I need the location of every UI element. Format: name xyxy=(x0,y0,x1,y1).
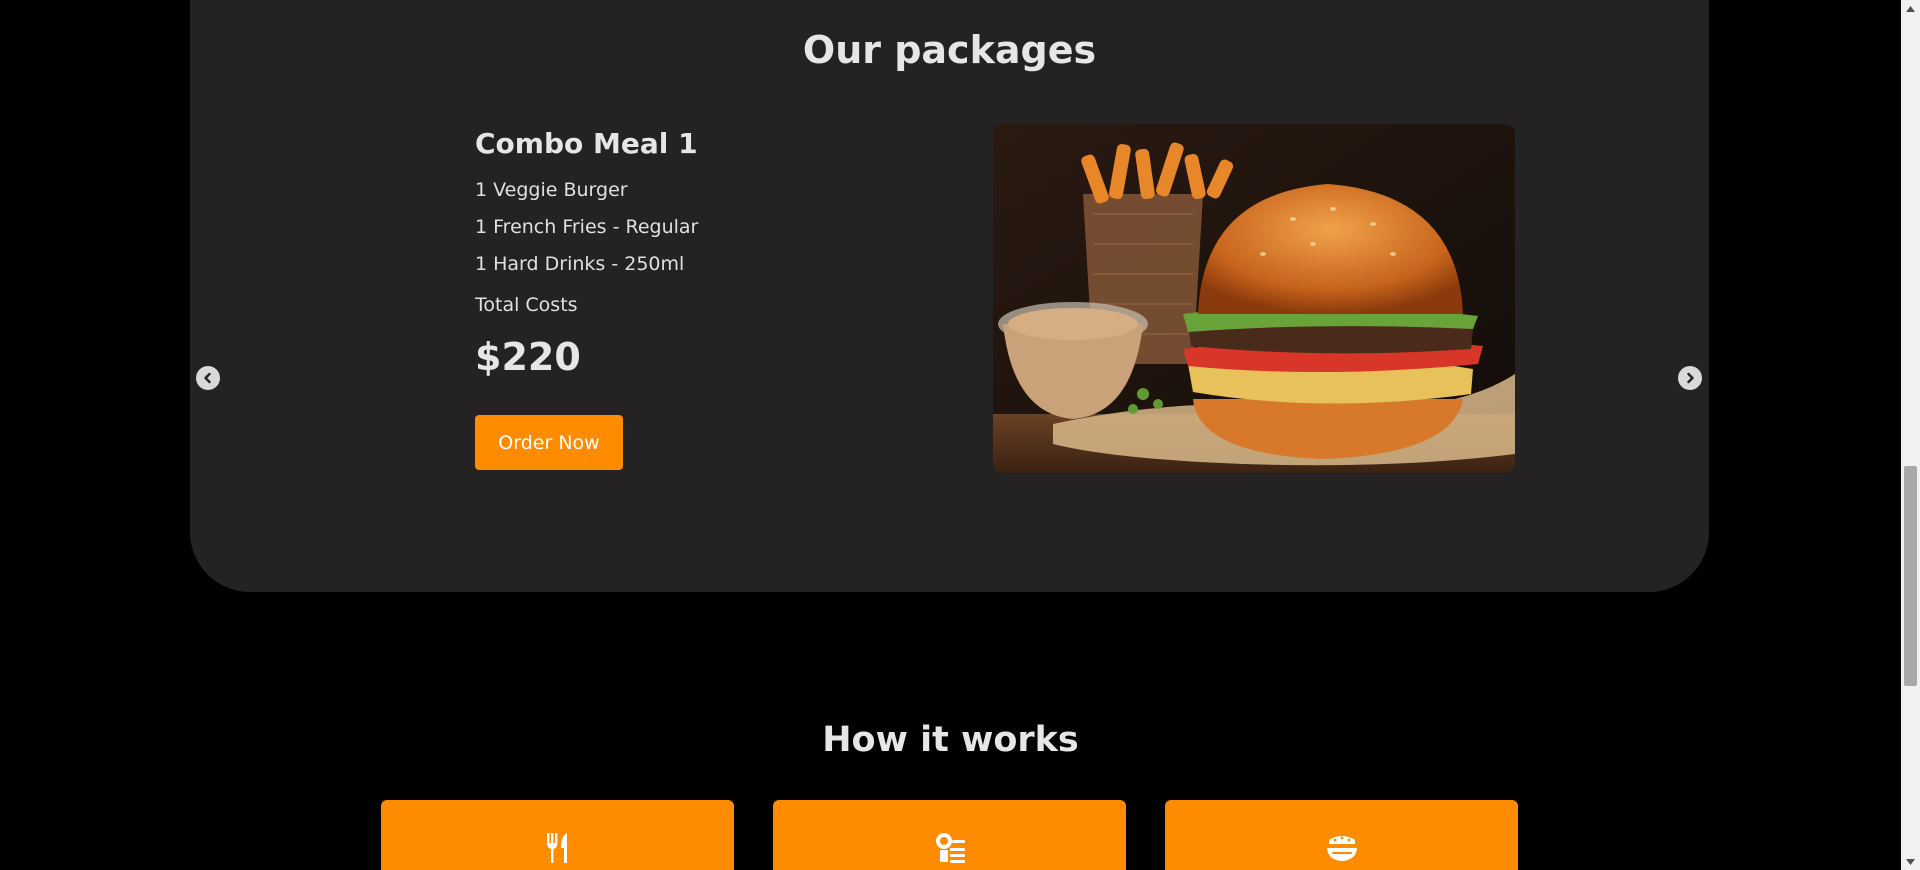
step-card-2 xyxy=(773,800,1126,870)
package-image xyxy=(993,124,1515,473)
step-card-3 xyxy=(1165,800,1518,870)
package-info: Combo Meal 1 1 Veggie Burger 1 French Fr… xyxy=(475,124,895,470)
how-it-works-title: How it works xyxy=(822,720,1079,760)
package-items-list: 1 Veggie Burger 1 French Fries - Regular… xyxy=(475,172,895,283)
package-name: Combo Meal 1 xyxy=(475,127,698,160)
page: Our packages Combo Meal 1 1 Veggie Burge… xyxy=(0,0,1901,870)
package-price: $220 xyxy=(475,335,581,379)
vertical-scrollbar[interactable] xyxy=(1901,0,1920,870)
packages-section: Our packages Combo Meal 1 1 Veggie Burge… xyxy=(190,0,1709,592)
food-platter-icon xyxy=(1326,836,1357,861)
package-item: 1 Veggie Burger xyxy=(475,179,628,201)
order-now-button[interactable]: Order Now xyxy=(475,415,623,470)
carousel-prev-button[interactable] xyxy=(196,366,220,390)
chevron-right-icon xyxy=(1687,372,1694,384)
scroll-down-button[interactable] xyxy=(1901,853,1920,870)
package-item: 1 Hard Drinks - 250ml xyxy=(475,253,685,275)
burger-fries-photo xyxy=(993,124,1515,473)
arrow-down-icon xyxy=(1906,858,1915,865)
total-costs-label: Total Costs xyxy=(475,294,578,316)
arrow-up-icon xyxy=(1906,5,1915,12)
carousel-next-button[interactable] xyxy=(1678,366,1702,390)
scroll-up-button[interactable] xyxy=(1901,0,1920,17)
utensils-icon xyxy=(546,833,567,863)
packages-title: Our packages xyxy=(802,28,1097,72)
chevron-left-icon xyxy=(204,372,211,384)
order-icon xyxy=(935,833,965,863)
package-item: 1 French Fries - Regular xyxy=(475,216,699,238)
scrollbar-thumb[interactable] xyxy=(1904,466,1917,686)
step-card-1 xyxy=(381,800,734,870)
